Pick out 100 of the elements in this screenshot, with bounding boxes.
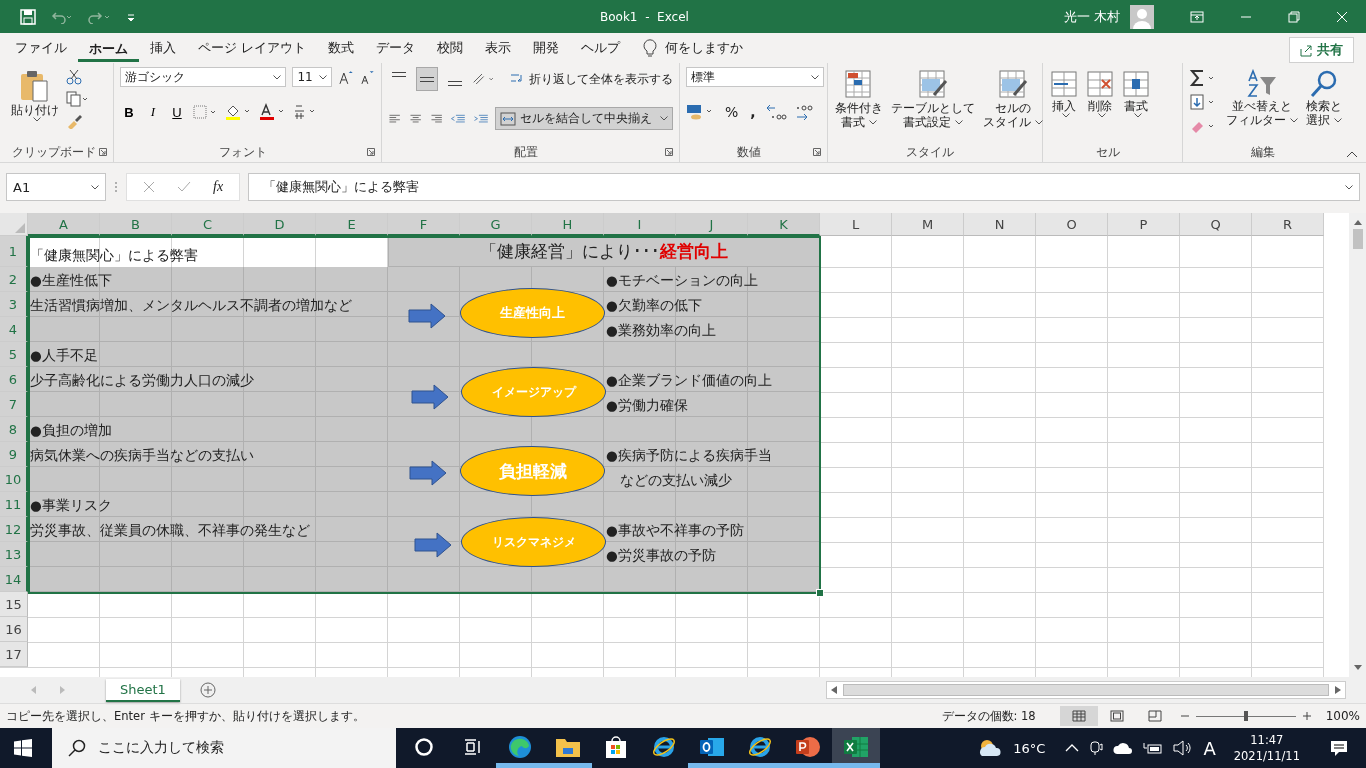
meet-icon[interactable] [1089, 740, 1104, 756]
grow-font-icon[interactable] [337, 69, 354, 85]
ribbon-tab[interactable]: 挿入 [139, 33, 187, 63]
row-header[interactable]: 15 [0, 592, 28, 617]
ribbon-tab[interactable]: ファイル [4, 33, 78, 63]
italic-button[interactable]: I [144, 104, 162, 120]
cells-button[interactable]: 削除 [1085, 67, 1115, 121]
scroll-right-icon[interactable] [1335, 686, 1341, 694]
undo-icon[interactable] [50, 9, 74, 24]
ribbon-tab[interactable]: 校閲 [426, 33, 474, 63]
column-header[interactable]: M [892, 213, 964, 236]
comma-button[interactable]: , [747, 104, 759, 120]
dialog-launcher-icon[interactable] [367, 148, 375, 156]
row-header[interactable]: 2 [0, 267, 28, 292]
horizontal-scrollbar[interactable] [826, 681, 1346, 699]
column-header[interactable]: K [748, 213, 820, 236]
number-format-dropdown[interactable]: 標準 [686, 67, 824, 87]
chevron-up-icon[interactable] [1065, 743, 1080, 753]
column-header[interactable]: N [964, 213, 1036, 236]
zoom-in-icon[interactable] [1301, 711, 1312, 721]
chevron-down-icon[interactable] [318, 74, 327, 80]
cells-button[interactable]: 挿入 [1049, 67, 1079, 121]
column-header[interactable]: P [1108, 213, 1180, 236]
ribbon-tab[interactable]: データ [365, 33, 426, 63]
style-button[interactable]: テーブルとして 書式設定 [890, 67, 976, 132]
column-header[interactable]: F [388, 213, 460, 236]
scissors-icon[interactable] [66, 69, 82, 85]
chevron-down-icon[interactable] [1334, 118, 1342, 124]
column-header[interactable]: C [172, 213, 244, 236]
font-size-dropdown[interactable]: 11 [292, 67, 332, 87]
avatar-icon[interactable] [1130, 4, 1154, 29]
scroll-thumb[interactable] [843, 684, 1329, 696]
sheet-tab[interactable]: Sheet1 [106, 678, 180, 702]
clock-time[interactable]: 11:47 [1250, 731, 1284, 748]
percent-button[interactable]: % [722, 104, 742, 120]
chevron-down-icon[interactable] [33, 117, 41, 123]
chevron-down-icon[interactable] [1134, 113, 1142, 119]
vertical-align-button[interactable] [416, 67, 438, 91]
chevron-down-icon[interactable] [1098, 113, 1106, 119]
chevron-down-icon[interactable] [91, 184, 99, 190]
share-button[interactable]: 共有 [1289, 37, 1354, 63]
chevron-down-icon[interactable] [1345, 184, 1353, 190]
scroll-down-icon[interactable] [1353, 665, 1362, 671]
column-header[interactable]: J [676, 213, 748, 236]
underline-button[interactable]: U [168, 104, 186, 120]
editing-button[interactable]: 並べ替えと フィルター [1225, 67, 1299, 130]
chevron-down-icon[interactable] [660, 116, 668, 121]
clock-date[interactable]: 2021/11/11 [1233, 748, 1300, 765]
scroll-up-icon[interactable] [1353, 219, 1362, 225]
chevron-down-icon[interactable] [1290, 118, 1298, 124]
column-header[interactable]: E [316, 213, 388, 236]
close-icon[interactable] [1336, 10, 1348, 23]
battery-icon[interactable] [1143, 741, 1164, 755]
style-button[interactable]: セルの スタイル [982, 67, 1044, 132]
speaker-icon[interactable] [1173, 740, 1194, 756]
chevron-down-icon[interactable] [1035, 120, 1043, 126]
formula-field[interactable]: 「健康無関心」による弊害 [248, 173, 1360, 201]
brush-icon[interactable] [66, 113, 82, 129]
merge-center-button[interactable]: セルを結合して中央揃え [495, 107, 673, 130]
row-header[interactable]: 6 [0, 367, 28, 392]
copy-icon[interactable] [66, 91, 88, 107]
zoom-level[interactable]: 100% [1325, 709, 1360, 723]
ime-indicator[interactable]: A [1203, 737, 1216, 759]
scroll-thumb[interactable] [1352, 229, 1363, 249]
customize-icon[interactable] [126, 11, 136, 22]
scroll-left-icon[interactable] [831, 686, 837, 694]
row-header[interactable]: 13 [0, 542, 28, 567]
fill-color-icon[interactable] [224, 103, 252, 121]
dialog-launcher-icon[interactable] [813, 148, 821, 156]
column-header[interactable]: L [820, 213, 892, 236]
ribbon-display-icon[interactable] [1190, 10, 1204, 23]
shrink-font-icon[interactable] [359, 69, 375, 85]
column-header[interactable]: O [1036, 213, 1108, 236]
restore-icon[interactable] [1288, 10, 1300, 23]
collapse-ribbon-icon[interactable] [1346, 150, 1358, 158]
row-header[interactable]: 14 [0, 567, 28, 592]
redo-icon[interactable] [88, 9, 112, 24]
ribbon-tab[interactable]: ページ レイアウト [187, 33, 317, 63]
row-header[interactable]: 10 [0, 467, 28, 492]
tell-me-field[interactable]: 何をしますか [665, 39, 743, 57]
notification-icon[interactable] [1330, 739, 1348, 757]
row-header[interactable]: 9 [0, 442, 28, 467]
cloud-icon[interactable] [1113, 741, 1134, 755]
insert-function-button[interactable]: fx [213, 179, 224, 195]
row-header[interactable]: 8 [0, 417, 28, 442]
ribbon-tab[interactable]: 開発 [522, 33, 570, 63]
wrap-text-button[interactable]: 折り返して全体を表示する [509, 70, 673, 88]
column-header[interactable]: Q [1180, 213, 1252, 236]
lightbulb-icon[interactable] [643, 39, 657, 57]
add-sheet-icon[interactable] [199, 682, 216, 698]
taskbar-search-field[interactable]: ここに入力して検索 [52, 728, 396, 768]
row-header[interactable]: 5 [0, 342, 28, 367]
row-header[interactable]: 7 [0, 392, 28, 417]
bold-button[interactable]: B [120, 104, 138, 120]
row-header[interactable]: 16 [0, 617, 28, 642]
row-header[interactable]: 11 [0, 492, 28, 517]
ribbon-tab[interactable]: ホーム [78, 34, 139, 62]
chevron-down-icon[interactable] [869, 120, 877, 126]
cells-button[interactable]: 書式 [1121, 67, 1151, 121]
fill-handle[interactable] [816, 589, 824, 597]
